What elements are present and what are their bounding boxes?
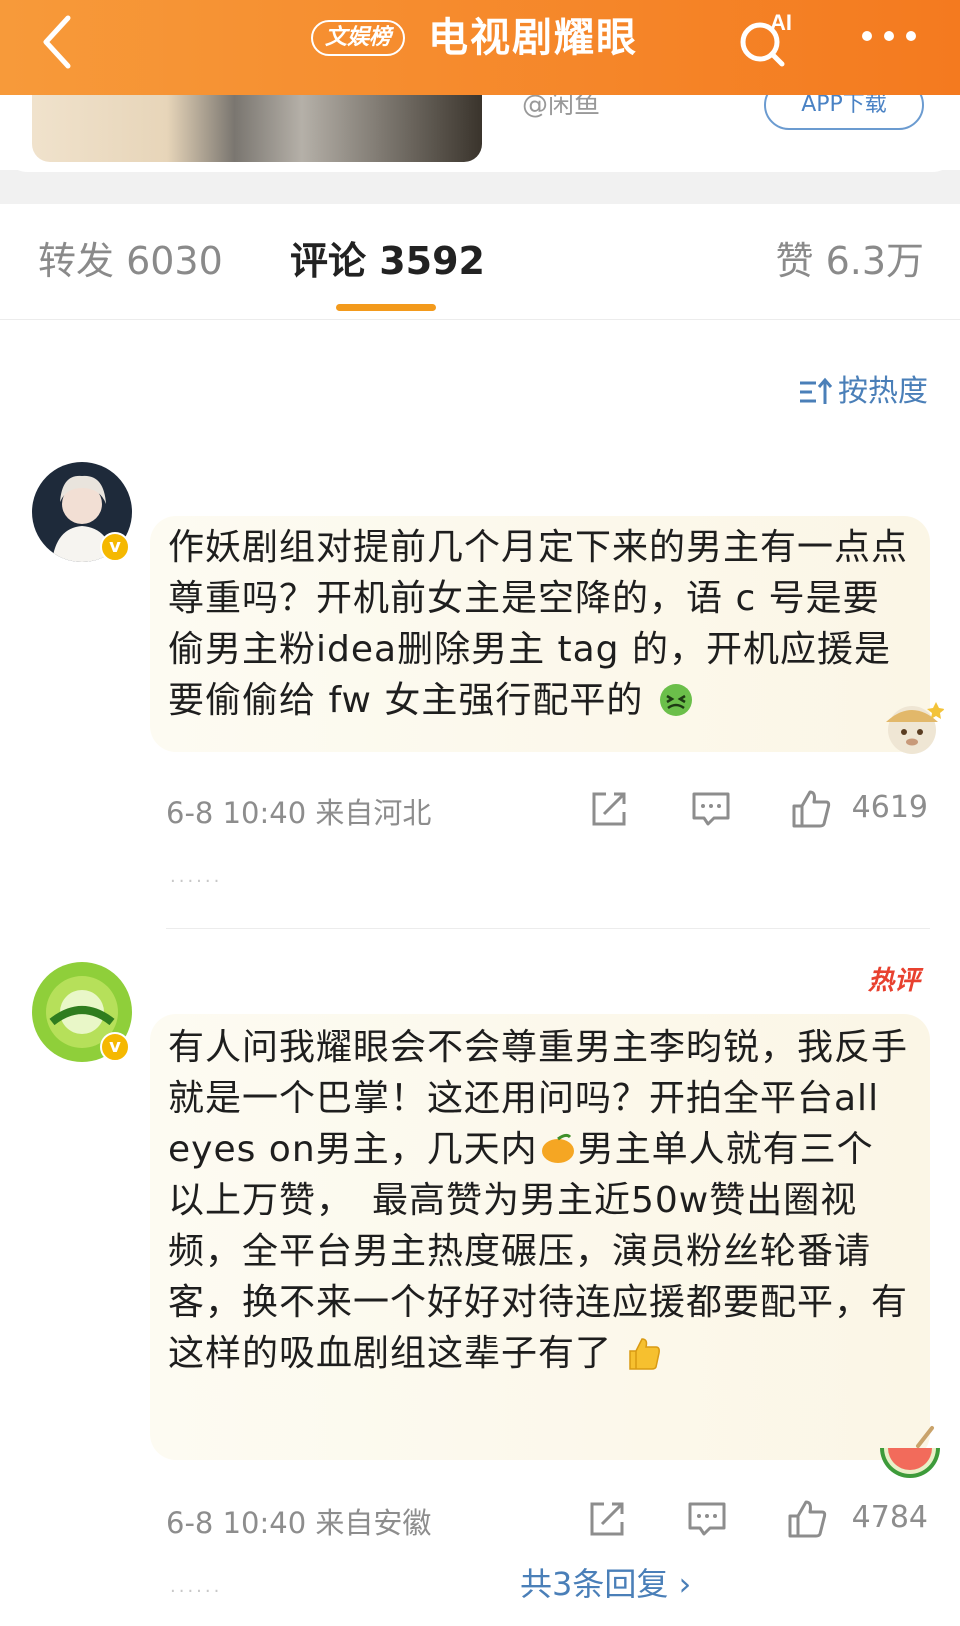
tab-comment[interactable]: 评论 3592 [290, 236, 485, 286]
sub-comment-dots: ...... [170, 1576, 223, 1597]
ai-label: AI [770, 10, 792, 35]
page-title: 电视剧耀眼 [428, 15, 638, 61]
top-nav-bar: 文娱榜 电视剧耀眼 AI [0, 0, 960, 95]
like-thumb-icon[interactable] [790, 788, 832, 830]
comment-meta-row: 6-8 10:40 来自河北 4619 [0, 786, 960, 836]
like-count: 4619 [851, 790, 928, 825]
avatar[interactable]: v [32, 462, 132, 562]
nauseated-face-emoji-icon [659, 684, 692, 716]
reply-comment-icon[interactable] [690, 788, 732, 830]
ai-search-icon: AI [740, 10, 792, 67]
bear-sticker-icon [886, 702, 945, 754]
section-divider [0, 170, 960, 204]
sort-icon [800, 377, 833, 404]
tab-repost[interactable]: 转发 6030 [38, 236, 223, 286]
verified-badge-icon: v [100, 532, 130, 562]
active-tab-indicator [336, 304, 436, 311]
comment-timestamp: 6-8 10:40 来自河北 [166, 796, 432, 830]
thumbs-up-emoji-icon [629, 1338, 661, 1370]
sort-by-heat-button[interactable]: 按热度 [798, 372, 928, 412]
view-replies-link[interactable]: 共3条回复 › [520, 1562, 691, 1606]
brand-badge: 文娱榜 [311, 20, 406, 56]
avatar[interactable]: v [32, 962, 132, 1062]
video-thumbnail[interactable] [32, 90, 482, 162]
comment-meta-row: 6-8 10:40 来自安徽 4784 [0, 1496, 960, 1546]
like-thumb-icon[interactable] [786, 1498, 828, 1540]
share-icon[interactable] [588, 788, 630, 830]
verified-badge-icon: v [100, 1032, 130, 1062]
back-arrow-icon[interactable] [38, 12, 78, 72]
interaction-tabs: 转发 6030 评论 3592 赞 6.3万 [0, 204, 960, 320]
comment-timestamp: 6-8 10:40 来自安徽 [166, 1506, 432, 1540]
mango-emoji-icon [541, 1133, 574, 1163]
more-options-icon[interactable] [858, 18, 920, 54]
reply-comment-icon[interactable] [686, 1498, 728, 1540]
comment-text: 作妖剧组对提前几个月定下来的男主有一点点尊重吗？开机前女主是空降的，语 c 号是… [168, 527, 909, 721]
sub-comment-dots: ...... [170, 866, 223, 887]
comment-divider [166, 928, 930, 929]
tab-like[interactable]: 赞 6.3万 [775, 236, 924, 286]
hot-comment-badge: 热评 [867, 966, 920, 996]
sort-label: 按热度 [838, 374, 928, 409]
watermelon-sticker-icon [880, 1426, 940, 1478]
comment-text: 有人问我耀眼会不会尊重男主李昀锐，我反手就是一个巴掌！这还用问吗？开拍全平台al… [168, 1027, 909, 1374]
like-count: 4784 [851, 1500, 928, 1535]
ai-search-button[interactable]: AI [736, 8, 800, 70]
share-icon[interactable] [586, 1498, 628, 1540]
